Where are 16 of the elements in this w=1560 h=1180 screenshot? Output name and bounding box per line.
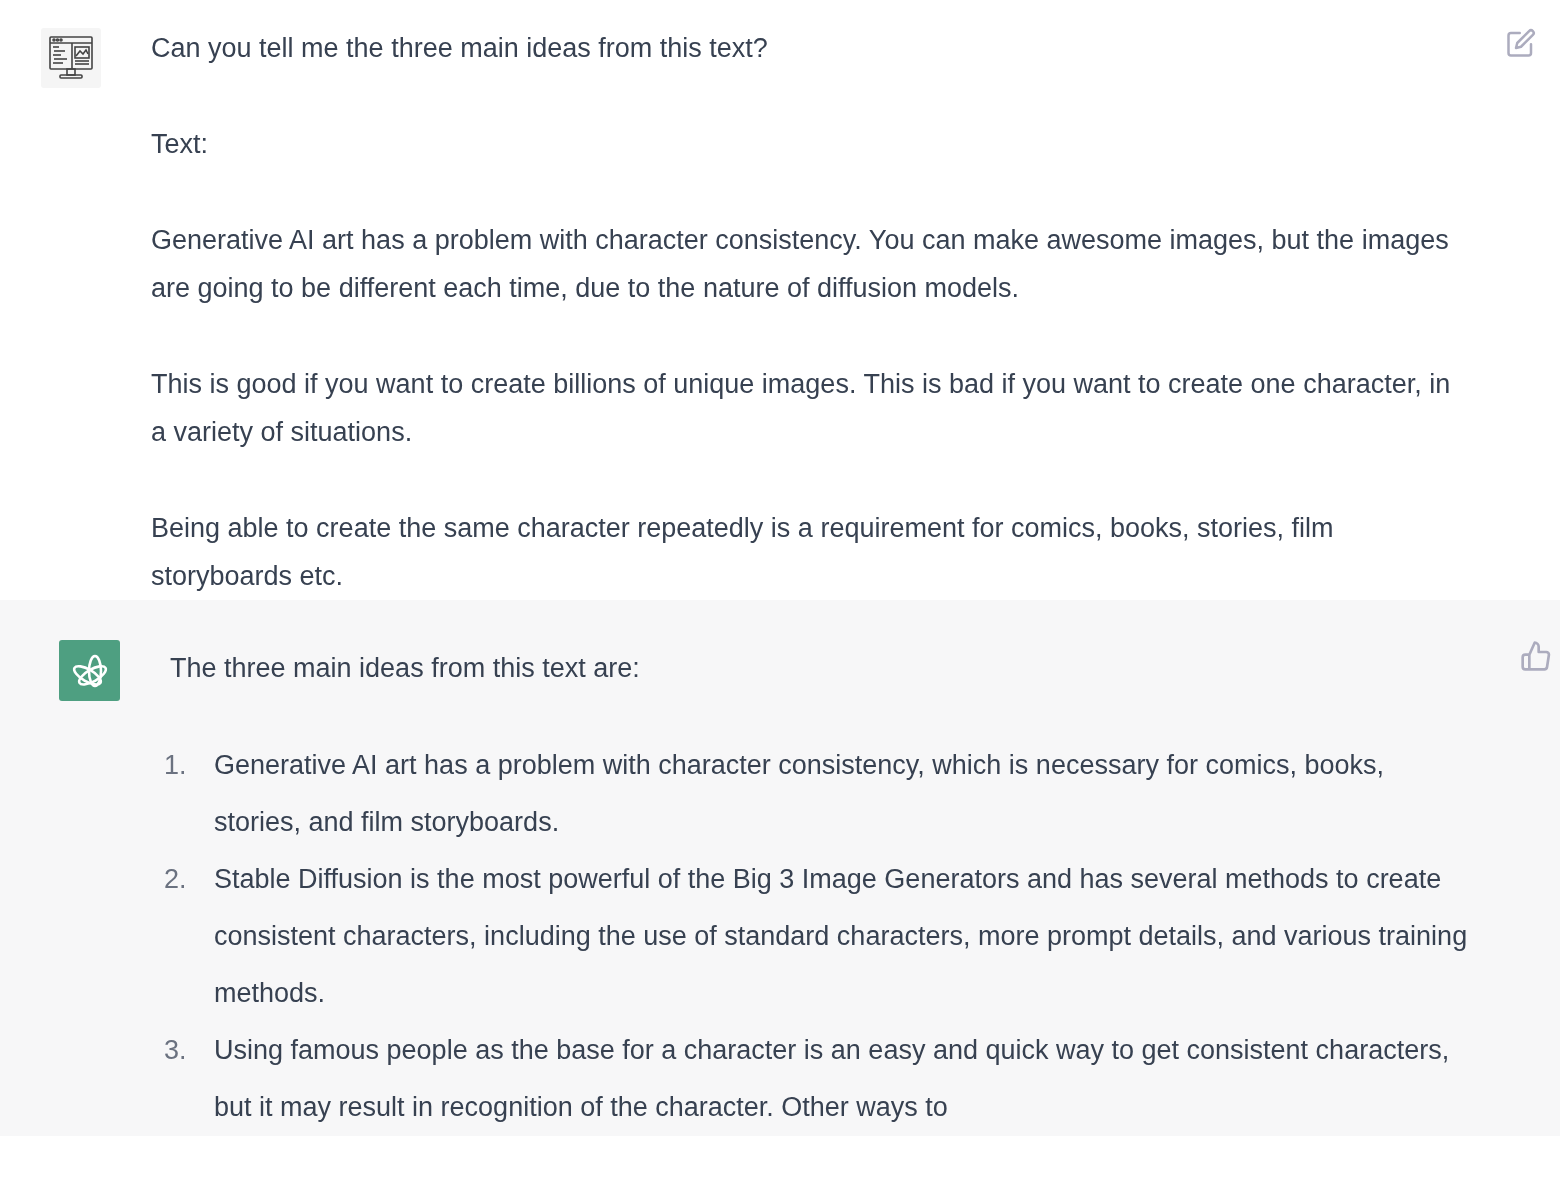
list-item-text: Using famous people as the base for a character is an easy and quick way to get consistent characters, but it may result in recognition of the character. Other ways to (214, 1034, 1451, 1124)
list-number: 3. (164, 1034, 188, 1067)
response-text: The three main ideas from this text are: (170, 652, 641, 685)
message-paragraph: Can you tell me the three main ideas from this text? (151, 32, 769, 65)
monitor-avatar-icon (41, 28, 101, 88)
message-paragraph: This is good if you want to create billions of unique images. This is bad if you want to create one character, in a variety of situations. (151, 368, 1452, 449)
message-paragraph: Generative AI art has a problem with character consistency. You can make awesome images, but the images are going to be different each time, due to the nature of diffusion models. (151, 224, 1450, 305)
message-paragraph: Text: (151, 128, 210, 161)
list-number: 1. (164, 749, 188, 782)
list-item-text: Generative AI art has a problem with character consistency, which is necessary for comics, books, stories, and film storyboards. (214, 749, 1385, 839)
list-number: 2. (164, 863, 188, 896)
thumbs-up-icon[interactable] (1520, 640, 1552, 672)
message-paragraph: Being able to create the same character repeatedly is a requirement for comics, books, stories, film storyboards etc. (151, 512, 1335, 593)
flower-avatar-icon (59, 640, 120, 701)
edit-icon[interactable] (1506, 28, 1536, 58)
list-item-text: Stable Diffusion is the most powerful of the Big 3 Image Generators and has several methods to create consistent characters, including the use of standard characters, more prompt details, and various training methods. (214, 863, 1469, 1010)
